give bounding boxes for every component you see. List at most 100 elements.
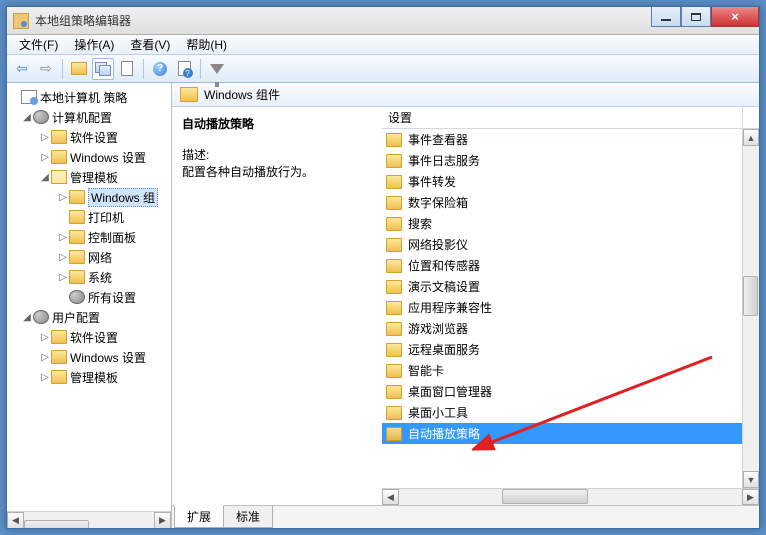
gear-icon [69,290,85,304]
app-icon [13,13,29,29]
list-item[interactable]: 位置和传感器 [382,255,742,276]
settings-list[interactable]: 事件查看器事件日志服务事件转发数字保险箱搜索网络投影仪位置和传感器演示文稿设置应… [382,129,742,488]
tree-root[interactable]: 本地计算机 策略 [9,87,169,107]
up-folder-button[interactable] [68,58,90,80]
scroll-up-button[interactable]: ▲ [743,129,759,146]
funnel-icon [210,64,224,74]
list-item[interactable]: 数字保险箱 [382,192,742,213]
help-button[interactable]: ? [149,58,171,80]
tree-admin-templates[interactable]: ◢管理模板 [9,167,169,187]
tab-standard[interactable]: 标准 [223,506,273,528]
list-item-label: 演示文稿设置 [408,278,480,295]
help-doc-icon [178,61,191,76]
folder-icon [386,259,402,273]
list-item[interactable]: 桌面窗口管理器 [382,381,742,402]
menubar: 文件(F) 操作(A) 查看(V) 帮助(H) [7,35,759,55]
folder-icon [69,190,85,204]
tab-bar: 扩展 标准 [172,506,759,528]
list-item[interactable]: 自动播放策略 [382,423,742,444]
folder-icon [386,280,402,294]
list-hscrollbar[interactable]: ◀ ▶ [382,488,759,505]
tree-item[interactable]: ▷Windows 设置 [9,147,169,167]
titlebar[interactable]: 本地组策略编辑器 × [7,7,759,35]
folder-icon [51,130,67,144]
folder-icon [69,230,85,244]
list-item[interactable]: 应用程序兼容性 [382,297,742,318]
gear-icon [33,110,49,124]
policy-icon [21,90,37,104]
toolbar-separator [62,59,63,79]
menu-help[interactable]: 帮助(H) [178,34,235,55]
list-item-label: 应用程序兼容性 [408,299,492,316]
list-header[interactable]: 设置 [382,107,759,129]
nav-back-button[interactable]: ⇦ [11,58,33,80]
list-item[interactable]: 事件转发 [382,171,742,192]
minimize-button[interactable] [651,7,681,27]
menu-view[interactable]: 查看(V) [122,34,178,55]
tab-extended[interactable]: 扩展 [174,505,224,528]
maximize-button[interactable] [681,7,711,27]
folder-icon [386,196,402,210]
show-tree-button[interactable] [92,58,114,80]
tree-all-settings[interactable]: 所有设置 [9,287,169,307]
tree-item[interactable]: ▷管理模板 [9,367,169,387]
window-controls: × [651,7,759,27]
list-item[interactable]: 事件日志服务 [382,150,742,171]
toolbar: ⇦ ⇨ ? [7,55,759,83]
list-vscrollbar[interactable]: ▲ ▼ [742,129,759,488]
nav-forward-button[interactable]: ⇨ [35,58,57,80]
list-item-label: 网络投影仪 [408,236,468,253]
scroll-track[interactable] [743,146,759,471]
menu-action[interactable]: 操作(A) [66,34,122,55]
scroll-down-button[interactable]: ▼ [743,471,759,488]
tree-item[interactable]: ▷Windows 设置 [9,347,169,367]
filter-button[interactable] [206,58,228,80]
tree-item[interactable]: ▷网络 [9,247,169,267]
scroll-right-button[interactable]: ▶ [154,512,171,529]
list-item[interactable]: 智能卡 [382,360,742,381]
list-item-label: 智能卡 [408,362,444,379]
menu-file[interactable]: 文件(F) [11,34,66,55]
folder-icon [386,322,402,336]
folder-icon [386,175,402,189]
folder-icon [69,270,85,284]
settings-list-column: 设置 事件查看器事件日志服务事件转发数字保险箱搜索网络投影仪位置和传感器演示文稿… [382,107,759,505]
sheet-icon [121,61,133,76]
tree-user-config[interactable]: ◢用户配置 [9,307,169,327]
scroll-track[interactable] [399,489,742,505]
tree-item[interactable]: ▷控制面板 [9,227,169,247]
scroll-thumb[interactable] [743,276,758,316]
list-item[interactable]: 搜索 [382,213,742,234]
tree-windows-components[interactable]: ▷Windows 组 [9,187,169,207]
list-item[interactable]: 事件查看器 [382,129,742,150]
tree-item[interactable]: ▷软件设置 [9,127,169,147]
list-item[interactable]: 演示文稿设置 [382,276,742,297]
nav-tree[interactable]: 本地计算机 策略 ◢计算机配置 ▷软件设置 ▷Windows 设置 ◢管理模板 … [7,83,171,511]
tree-hscrollbar[interactable]: ◀ ▶ [7,511,171,528]
scroll-thumb[interactable] [502,489,588,504]
list-item[interactable]: 桌面小工具 [382,402,742,423]
help-icon: ? [153,62,167,76]
folder-icon [51,330,67,344]
details-pane: Windows 组件 自动播放策略 描述: 配置各种自动播放行为。 设置 事件查 [172,83,759,528]
folder-icon [386,217,402,231]
description-column: 自动播放策略 描述: 配置各种自动播放行为。 [172,107,382,505]
scroll-thumb[interactable] [24,520,89,528]
column-header-setting[interactable]: 设置 [388,109,412,126]
list-item[interactable]: 远程桌面服务 [382,339,742,360]
scroll-left-button[interactable]: ◀ [382,489,399,505]
scroll-right-button[interactable]: ▶ [742,489,759,505]
export-button[interactable] [116,58,138,80]
list-item-label: 事件查看器 [408,131,468,148]
list-item[interactable]: 网络投影仪 [382,234,742,255]
list-item-label: 事件日志服务 [408,152,480,169]
tree-item[interactable]: 打印机 [9,207,169,227]
scroll-left-button[interactable]: ◀ [7,512,24,529]
close-button[interactable]: × [711,7,759,27]
tree-item[interactable]: ▷软件设置 [9,327,169,347]
list-item[interactable]: 游戏浏览器 [382,318,742,339]
folder-icon [51,370,67,384]
help-doc-button[interactable] [173,58,195,80]
tree-computer-config[interactable]: ◢计算机配置 [9,107,169,127]
tree-item[interactable]: ▷系统 [9,267,169,287]
